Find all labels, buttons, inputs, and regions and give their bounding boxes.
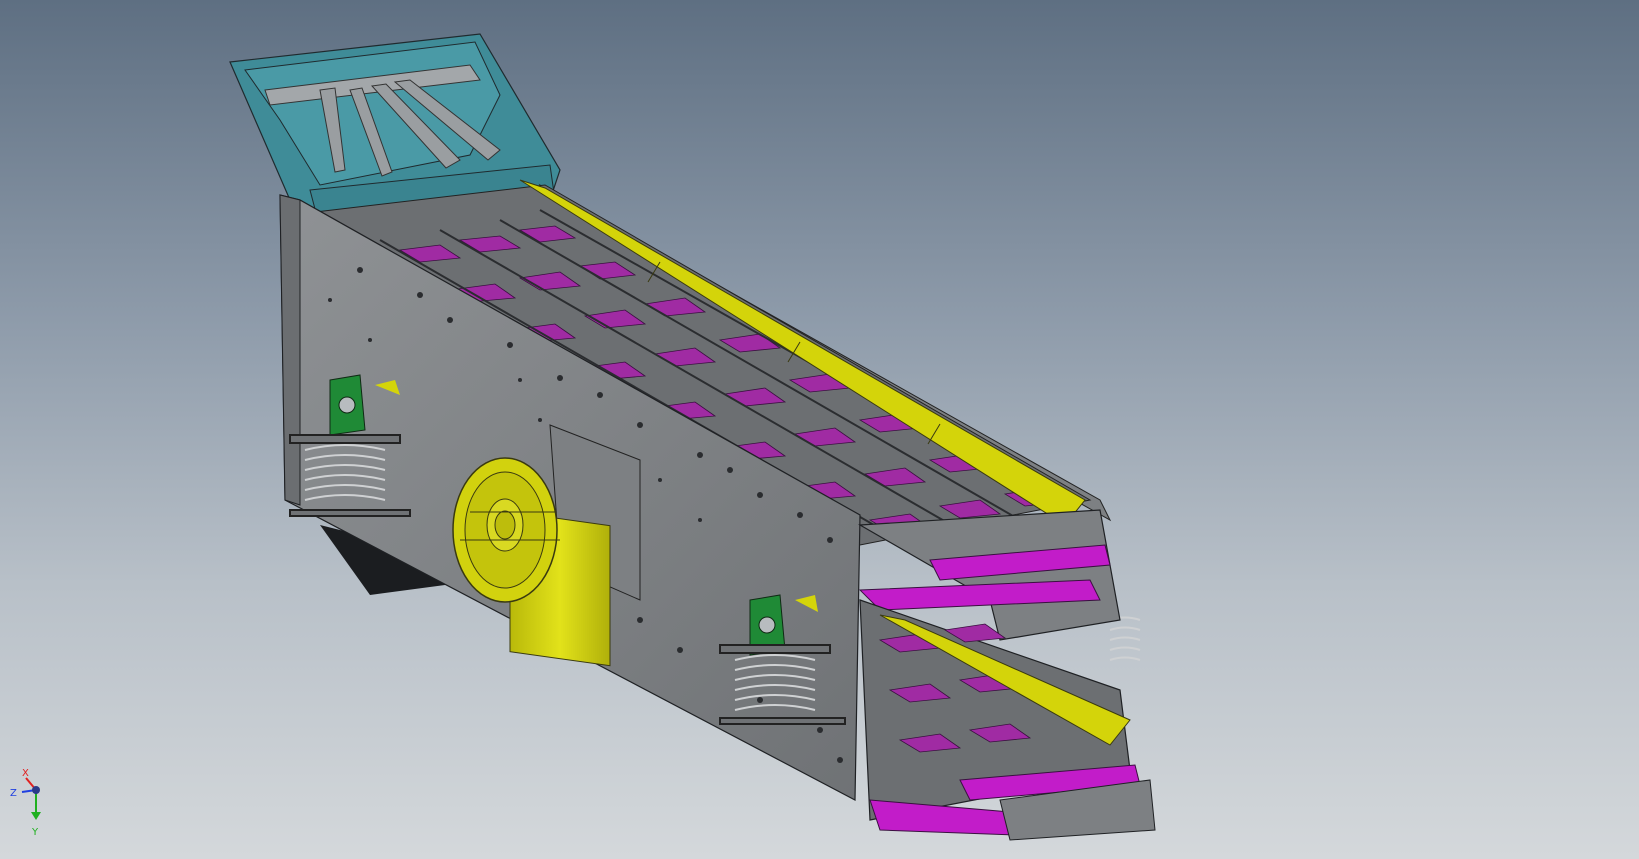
- triad-x-label: X: [22, 768, 29, 779]
- discharge-chute-icon[interactable]: [857, 509, 1156, 841]
- support-spring-rear-icon: [1109, 616, 1141, 661]
- orientation-triad-icon[interactable]: X Y Z: [10, 768, 41, 838]
- model-view[interactable]: X Y Z: [0, 0, 1639, 859]
- graphics-viewport[interactable]: X Y Z: [0, 0, 1639, 859]
- triad-z-label: Z: [10, 788, 17, 799]
- triad-y-label: Y: [31, 827, 39, 838]
